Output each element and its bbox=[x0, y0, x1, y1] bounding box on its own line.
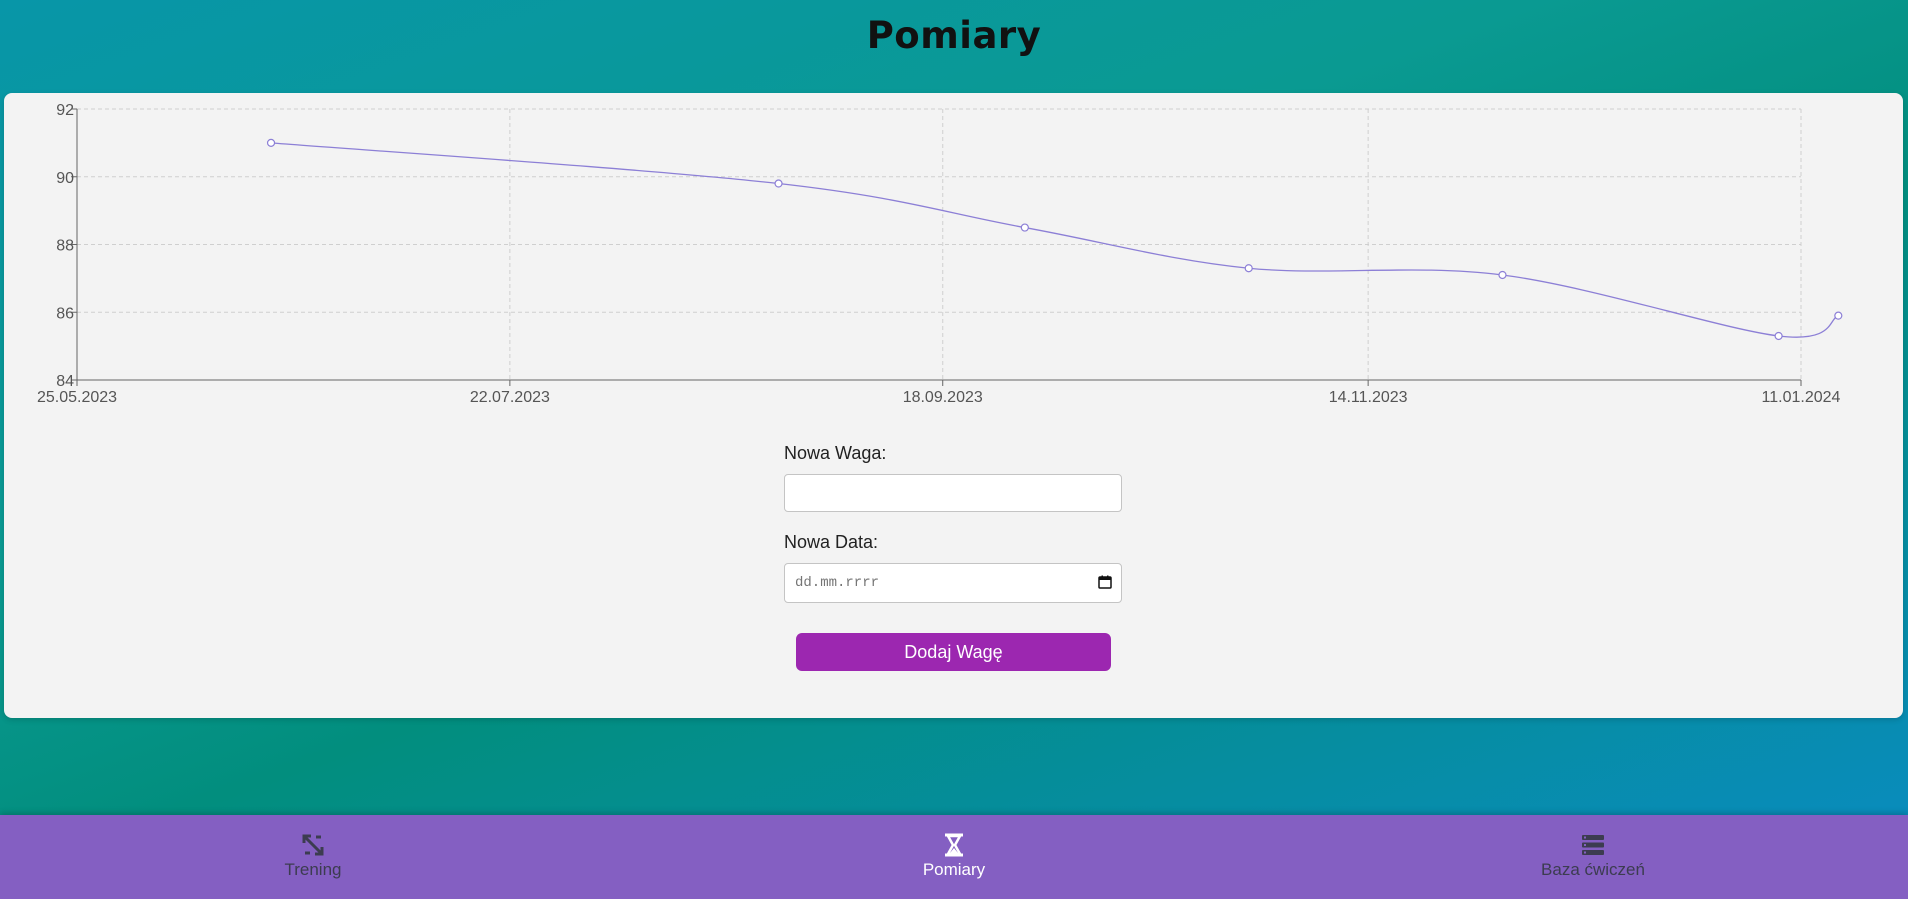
y-tick-label: 84 bbox=[56, 373, 74, 390]
data-point bbox=[1020, 223, 1029, 232]
date-input[interactable] bbox=[784, 563, 1122, 603]
x-tick-label: 11.01.2024 bbox=[1762, 389, 1841, 406]
page-title: Pomiary bbox=[866, 14, 1042, 57]
data-point bbox=[266, 138, 276, 147]
expand-arrows-icon bbox=[302, 834, 324, 856]
list-icon bbox=[1582, 835, 1604, 855]
date-label: Nowa Data: bbox=[784, 532, 879, 552]
nav-label-pomiary: Pomiary bbox=[922, 860, 986, 879]
y-tick-label: 90 bbox=[56, 170, 74, 187]
x-tick-label: 18.09.2023 bbox=[903, 389, 983, 406]
x-tick-label: 25.05.2023 bbox=[37, 389, 117, 406]
hourglass-icon bbox=[945, 833, 963, 857]
weight-chart: 84 86 88 90 92 25.05.2023 22.07.2023 18.09.2023… bbox=[37, 102, 1843, 406]
nav-item-pomiary[interactable]: Pomiary bbox=[854, 832, 1054, 880]
nav-label-baza-cwiczen: Baza ćwiczeń bbox=[1541, 860, 1645, 879]
weight-label: Nowa Waga: bbox=[784, 443, 887, 463]
main-card: 84 86 88 90 92 25.05.2023 22.07.2023 18.09.2023… bbox=[4, 93, 1903, 718]
series-line bbox=[270, 142, 1839, 338]
calendar-icon[interactable] bbox=[1098, 575, 1112, 589]
x-tick-label: 22.07.2023 bbox=[470, 389, 550, 406]
y-tick-label: 88 bbox=[56, 238, 74, 255]
data-point bbox=[1774, 331, 1783, 341]
nav-label-trening: Trening bbox=[284, 860, 342, 879]
weight-form: Nowa Waga: Nowa Data: Dodaj Wagę bbox=[784, 443, 1124, 671]
y-tick-label: 92 bbox=[56, 102, 74, 119]
data-point bbox=[1498, 270, 1507, 280]
nav-item-trening[interactable]: Trening bbox=[213, 832, 413, 880]
data-point bbox=[1834, 311, 1843, 320]
data-point bbox=[1244, 264, 1253, 273]
y-tick-label: 86 bbox=[56, 305, 74, 322]
x-tick-label: 14.11.2023 bbox=[1329, 389, 1408, 406]
add-weight-button[interactable]: Dodaj Wagę bbox=[796, 633, 1111, 671]
date-field[interactable] bbox=[784, 563, 1122, 603]
nav-item-baza-cwiczen[interactable]: Baza ćwiczeń bbox=[1493, 832, 1693, 880]
bottom-nav: Trening Pomiary Baza ćwiczeń bbox=[0, 815, 1908, 899]
data-point bbox=[774, 179, 783, 188]
weight-input[interactable] bbox=[784, 474, 1122, 512]
